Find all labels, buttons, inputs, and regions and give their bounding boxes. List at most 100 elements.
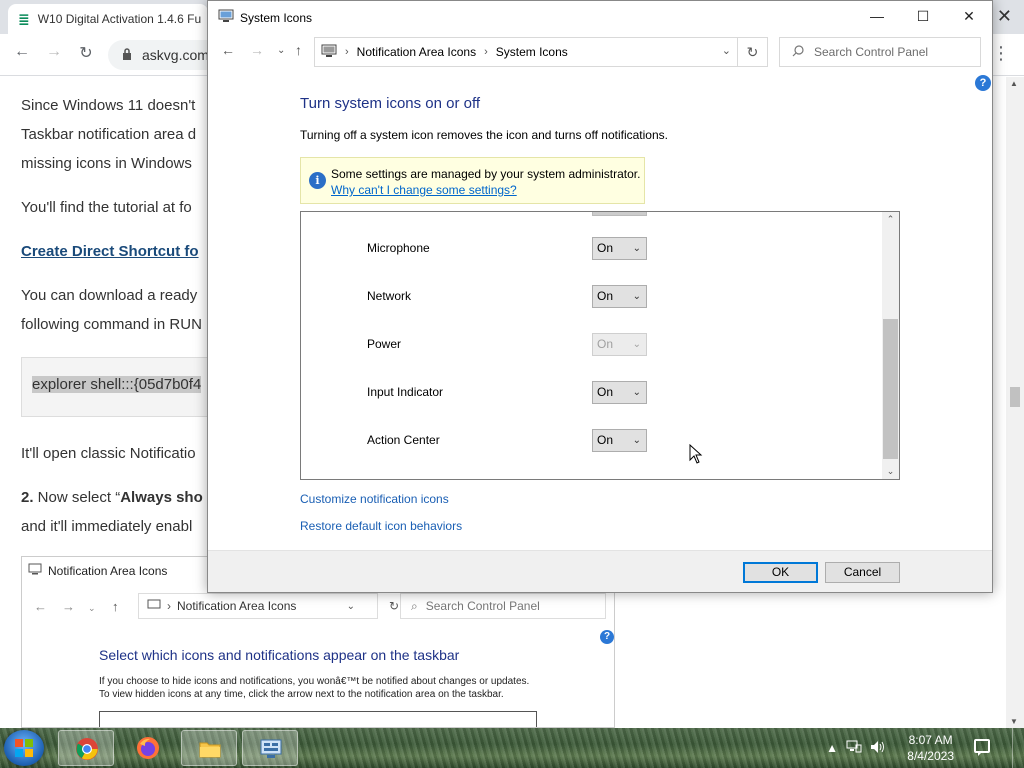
forward-icon[interactable]: →: [42, 43, 66, 61]
browser-menu-icon[interactable]: ⋮: [992, 43, 1010, 64]
article-link[interactable]: Create Direct Shortcut fo: [21, 243, 199, 260]
window-title: System Icons: [218, 9, 312, 26]
step-text: Now select “: [33, 489, 121, 506]
mouse-cursor-icon: [689, 443, 703, 467]
browser-tab-title: W10 Digital Activation 1.4.6 Fu: [37, 12, 202, 26]
taskbar-firefox[interactable]: [120, 730, 176, 766]
select-value: On: [597, 289, 614, 303]
embedded-heading: Select which icons and notifications app…: [99, 647, 460, 663]
list-item: Power On ⌄: [301, 333, 881, 385]
behavior-select[interactable]: On ⌄: [592, 381, 647, 404]
window-title-text: System Icons: [240, 10, 313, 25]
close-icon[interactable]: ✕: [946, 1, 992, 32]
forward-icon[interactable]: →: [250, 42, 264, 58]
site-favicon-icon: ≣: [18, 10, 30, 27]
ok-button[interactable]: OK: [743, 562, 818, 583]
customize-icons-link[interactable]: Customize notification icons: [300, 492, 449, 506]
taskbar: ▲ 8:07 AM 8/4/2023: [0, 728, 1024, 768]
cancel-button[interactable]: Cancel: [825, 562, 900, 583]
scroll-up-icon[interactable]: ▲: [1010, 79, 1018, 88]
help-icon: ?: [600, 630, 614, 644]
embedded-title-text: Notification Area Icons: [48, 563, 168, 578]
page-description: Turning off a system icon removes the ic…: [300, 128, 668, 142]
search-icon: [792, 44, 804, 60]
search-input[interactable]: Search Control Panel: [779, 37, 981, 67]
clock[interactable]: 8:07 AM 8/4/2023: [907, 732, 954, 764]
firefox-icon: [137, 737, 159, 759]
behavior-select: On ⌄: [592, 333, 647, 356]
breadcrumb-separator-icon[interactable]: ›: [484, 46, 488, 58]
embedded-address: › Notification Area Icons ⌄ ↻: [138, 593, 399, 619]
article-text: missing icons in Windows: [21, 155, 192, 172]
article-text: and it'll immediately enabl: [21, 518, 193, 535]
up-icon[interactable]: ↑: [295, 42, 302, 58]
chevron-down-icon: ⌄: [632, 291, 641, 302]
dialog-content: Turn system icons on or off Turning off …: [208, 72, 992, 550]
article-text: You can download a ready: [21, 287, 198, 304]
breadcrumb-item[interactable]: Notification Area Icons: [357, 45, 476, 59]
admin-help-link[interactable]: Why can't I change some settings?: [331, 183, 517, 197]
volume-icon[interactable]: [870, 740, 886, 757]
behavior-select[interactable]: On ⌄: [592, 237, 647, 260]
search-icon: ⌕: [411, 598, 418, 613]
clock-date: 8/4/2023: [907, 749, 954, 763]
address-bar[interactable]: › Notification Area Icons › System Icons…: [314, 37, 738, 67]
breadcrumb-item[interactable]: System Icons: [496, 45, 568, 59]
show-hidden-icons-icon[interactable]: ▲: [826, 741, 838, 755]
icon-name: Microphone: [367, 241, 430, 255]
taskbar-chrome[interactable]: [58, 730, 114, 766]
embedded-desc-line: If you choose to hide icons and notifica…: [99, 676, 530, 687]
scroll-up-icon[interactable]: ⌃: [882, 214, 899, 225]
history-dropdown-icon: ⌄: [88, 603, 96, 613]
navigation-bar: ← → ⌄ ↑ › Notification Area Icons › Syst…: [208, 32, 992, 72]
back-icon: ←: [34, 599, 47, 614]
browser-tab[interactable]: ≣ W10 Digital Activation 1.4.6 Fu: [8, 4, 208, 34]
article-text: 2. Now select “Always sho: [21, 483, 203, 512]
article-text: You'll find the tutorial at fo: [21, 199, 192, 216]
select-value: On: [597, 241, 614, 255]
browser-close-icon[interactable]: ✕: [997, 6, 1012, 27]
page-scrollbar[interactable]: ▲ ▼: [1006, 77, 1024, 728]
list-item: Input Indicator On ⌄: [301, 381, 881, 433]
page-scroll-thumb[interactable]: [1010, 387, 1020, 407]
windows-logo-icon: [15, 739, 33, 757]
reload-icon[interactable]: ↻: [74, 43, 98, 63]
maximize-icon[interactable]: ☐: [900, 1, 946, 32]
restore-defaults-link[interactable]: Restore default icon behaviors: [300, 519, 462, 533]
embedded-search-placeholder: Search Control Panel: [425, 599, 540, 613]
show-desktop-button[interactable]: [1012, 728, 1024, 768]
search-placeholder: Search Control Panel: [814, 45, 929, 59]
control-panel-icon: [28, 563, 42, 578]
back-icon[interactable]: ←: [221, 42, 235, 58]
browser-address-bar[interactable]: askvg.com: [108, 40, 218, 70]
embedded-description: If you choose to hide icons and notifica…: [99, 675, 529, 701]
behavior-select[interactable]: On ⌄: [592, 429, 647, 452]
recent-locations-icon[interactable]: ⌄: [277, 45, 285, 56]
refresh-button[interactable]: ↻: [738, 37, 768, 67]
embedded-list-box: [99, 711, 537, 727]
list-item: Microphone On ⌄: [301, 237, 881, 289]
taskbar-file-explorer[interactable]: [181, 730, 237, 766]
up-icon: ↑: [112, 599, 119, 614]
embedded-search: ⌕ Search Control Panel: [400, 593, 606, 619]
code-block: explorer shell:::{05d7b0f4: [21, 357, 221, 417]
list-scroll-thumb[interactable]: [883, 319, 898, 459]
article-text: Taskbar notification area d: [21, 126, 197, 143]
forward-icon: →: [62, 599, 75, 614]
behavior-select[interactable]: On ⌄: [592, 285, 647, 308]
start-button[interactable]: [4, 730, 44, 766]
action-center-icon[interactable]: [974, 739, 990, 756]
scroll-down-icon[interactable]: ⌄: [882, 466, 899, 477]
lock-icon: [122, 47, 132, 63]
minimize-icon[interactable]: —: [854, 1, 900, 32]
chevron-down-icon: ⌄: [346, 600, 355, 612]
network-icon[interactable]: [846, 740, 862, 757]
scroll-down-icon[interactable]: ▼: [1010, 717, 1018, 726]
taskbar-control-panel[interactable]: [242, 730, 298, 766]
chevron-down-icon: ⌄: [632, 435, 641, 446]
system-icons-list: Microphone On ⌄ Network On ⌄ Power On ⌄: [300, 211, 900, 480]
chevron-down-icon[interactable]: ⌄: [722, 44, 731, 57]
list-scrollbar[interactable]: ⌃ ⌄: [882, 212, 899, 479]
back-icon[interactable]: ←: [10, 43, 34, 61]
select-value: On: [597, 337, 614, 351]
